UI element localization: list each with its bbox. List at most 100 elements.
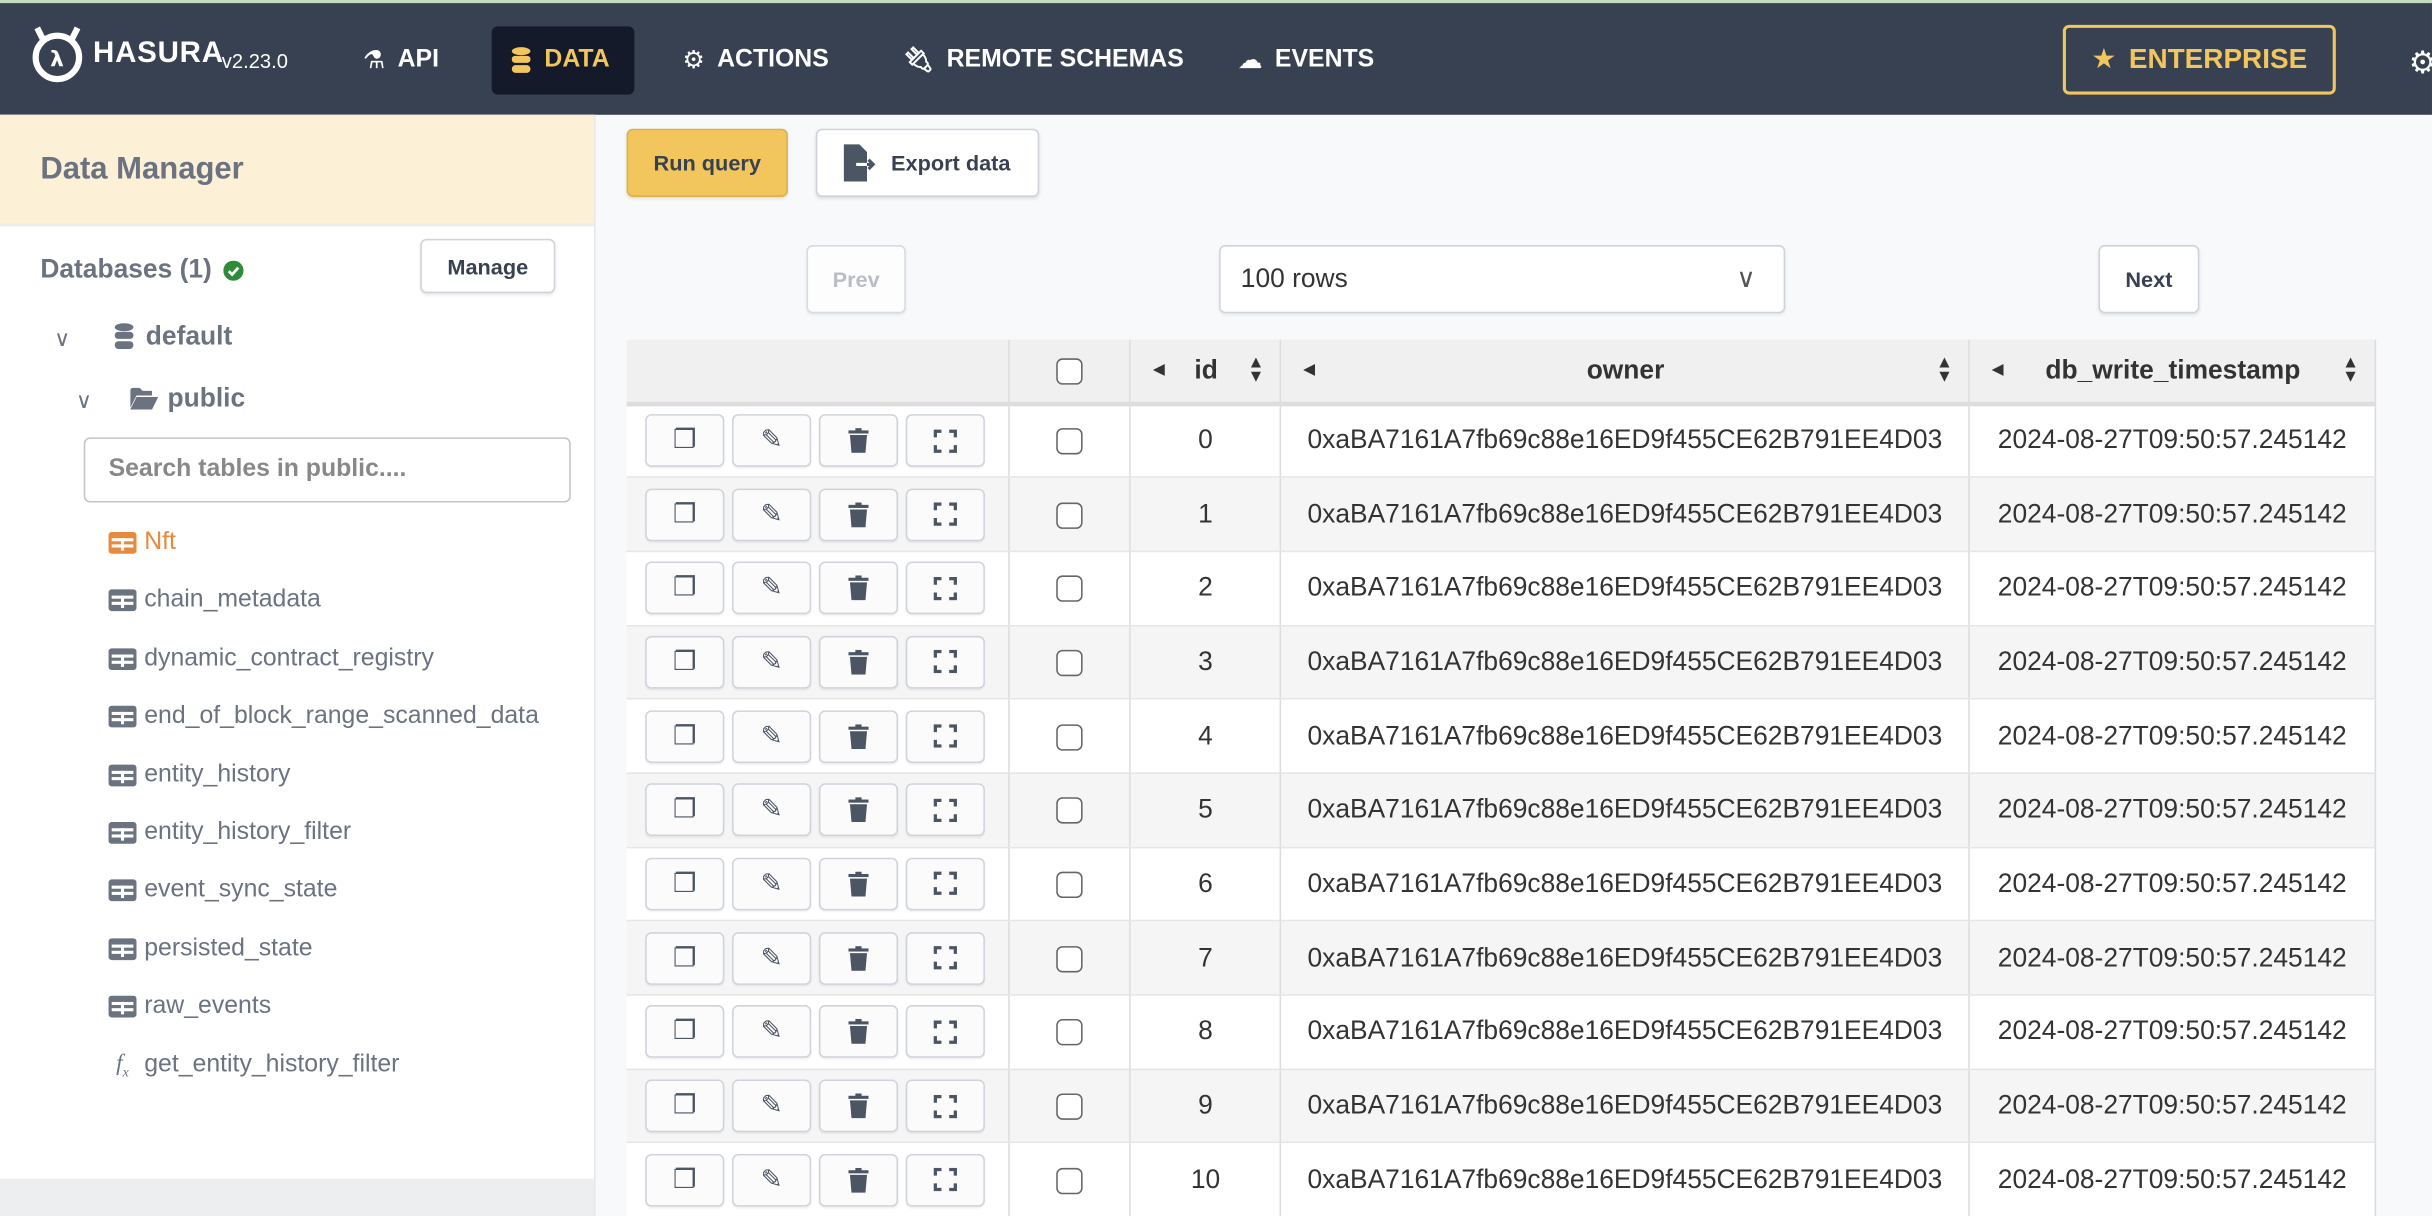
row-checkbox[interactable] <box>1056 723 1084 751</box>
row-checkbox[interactable] <box>1056 501 1084 529</box>
run-query-button[interactable]: Run query <box>626 128 788 197</box>
edit-row-button[interactable]: ✎ <box>732 561 812 615</box>
sidebar-table-item[interactable]: raw_events <box>108 988 271 1025</box>
search-tables-input[interactable] <box>83 437 571 503</box>
row-checkbox[interactable] <box>1056 871 1084 899</box>
cell-db-write-timestamp[interactable]: 2024-08-27T09:50:57.245142 <box>1969 477 2377 552</box>
manage-button[interactable]: Manage <box>420 238 556 294</box>
cell-id[interactable]: 8 <box>1130 994 1282 1070</box>
clone-row-button[interactable]: ❐ <box>645 783 725 837</box>
cell-db-write-timestamp[interactable]: 2024-08-27T09:50:57.245142 <box>1969 994 2377 1070</box>
edit-row-button[interactable]: ✎ <box>732 931 812 985</box>
edit-row-button[interactable]: ✎ <box>732 487 812 541</box>
cell-id[interactable]: 5 <box>1130 773 1282 848</box>
cell-owner[interactable]: 0xaBA7161A7fb69c88e16ED9f455CE62B791EE4D… <box>1280 699 1970 774</box>
expand-row-button[interactable] <box>905 635 985 689</box>
edit-row-button[interactable]: ✎ <box>732 709 812 763</box>
cell-db-write-timestamp[interactable]: 2024-08-27T09:50:57.245142 <box>1969 1068 2377 1144</box>
expand-row-button[interactable] <box>905 487 985 541</box>
expand-row-button[interactable] <box>905 931 985 985</box>
cell-id[interactable]: 6 <box>1130 847 1282 922</box>
row-checkbox[interactable] <box>1056 797 1084 825</box>
column-header-db-write-timestamp[interactable]: ◀ db_write_timestamp ▲ ▼ <box>1969 339 2377 406</box>
column-header-id[interactable]: ◀ id ▲ ▼ <box>1130 339 1282 406</box>
expand-row-button[interactable] <box>905 561 985 615</box>
delete-row-button[interactable] <box>818 487 899 541</box>
cell-db-write-timestamp[interactable]: 2024-08-27T09:50:57.245142 <box>1969 921 2377 996</box>
sidebar-table-item[interactable]: persisted_state <box>108 930 313 967</box>
delete-row-button[interactable] <box>818 414 899 468</box>
cell-owner[interactable]: 0xaBA7161A7fb69c88e16ED9f455CE62B791EE4D… <box>1280 921 1970 996</box>
row-checkbox[interactable] <box>1056 945 1084 972</box>
schema-public[interactable]: public <box>130 383 245 414</box>
cell-id[interactable]: 2 <box>1130 551 1282 626</box>
expand-row-button[interactable] <box>905 1079 985 1133</box>
sidebar-table-item[interactable]: end_of_block_range_scanned_data <box>108 698 539 735</box>
nav-events[interactable]: ☁ EVENTS <box>1219 26 1393 94</box>
delete-row-button[interactable] <box>818 1005 899 1059</box>
cell-db-write-timestamp[interactable]: 2024-08-27T09:50:57.245142 <box>1969 403 2377 478</box>
database-default[interactable]: default <box>112 321 232 352</box>
rows-per-page-select[interactable]: 100 rows ∨ <box>1219 245 1786 314</box>
cell-owner[interactable]: 0xaBA7161A7fb69c88e16ED9f455CE62B791EE4D… <box>1280 1068 1970 1144</box>
sidebar-table-item[interactable]: dynamic_contract_registry <box>108 640 434 677</box>
sort-icon[interactable]: ▲ ▼ <box>1936 354 1953 385</box>
caret-left-icon[interactable]: ◀ <box>1992 362 2004 379</box>
edit-row-button[interactable]: ✎ <box>732 1079 812 1133</box>
enterprise-button[interactable]: ★ ENTERPRISE <box>2062 24 2336 95</box>
row-checkbox[interactable] <box>1056 428 1084 456</box>
cell-owner[interactable]: 0xaBA7161A7fb69c88e16ED9f455CE62B791EE4D… <box>1280 551 1970 626</box>
settings-gear-icon[interactable]: ⚙ <box>2409 43 2432 82</box>
cell-db-write-timestamp[interactable]: 2024-08-27T09:50:57.245142 <box>1969 699 2377 774</box>
delete-row-button[interactable] <box>818 561 899 615</box>
cell-db-write-timestamp[interactable]: 2024-08-27T09:50:57.245142 <box>1969 1142 2377 1216</box>
nav-remote-schemas[interactable]: 🔌︎ REMOTE SCHEMAS <box>884 26 1202 94</box>
row-checkbox[interactable] <box>1056 575 1084 603</box>
cell-owner[interactable]: 0xaBA7161A7fb69c88e16ED9f455CE62B791EE4D… <box>1280 625 1970 700</box>
delete-row-button[interactable] <box>818 783 899 837</box>
cell-db-write-timestamp[interactable]: 2024-08-27T09:50:57.245142 <box>1969 773 2377 848</box>
caret-left-icon[interactable]: ◀ <box>1303 362 1315 379</box>
expand-row-button[interactable] <box>905 709 985 763</box>
sidebar-table-item[interactable]: event_sync_state <box>108 872 337 909</box>
delete-row-button[interactable] <box>818 709 899 763</box>
edit-row-button[interactable]: ✎ <box>732 1005 812 1059</box>
delete-row-button[interactable] <box>818 1079 899 1133</box>
clone-row-button[interactable]: ❐ <box>645 414 725 468</box>
prev-page-button[interactable]: Prev <box>806 245 906 314</box>
sidebar-table-item[interactable]: fx get_entity_history_filter <box>109 1046 399 1083</box>
clone-row-button[interactable]: ❐ <box>645 1079 725 1133</box>
clone-row-button[interactable]: ❐ <box>645 561 725 615</box>
cell-db-write-timestamp[interactable]: 2024-08-27T09:50:57.245142 <box>1969 847 2377 922</box>
cell-owner[interactable]: 0xaBA7161A7fb69c88e16ED9f455CE62B791EE4D… <box>1280 994 1970 1070</box>
export-data-button[interactable]: Export data <box>815 128 1040 197</box>
sort-icon[interactable]: ▲ ▼ <box>2342 354 2359 385</box>
clone-row-button[interactable]: ❐ <box>645 487 725 541</box>
delete-row-button[interactable] <box>818 635 899 689</box>
cell-id[interactable]: 1 <box>1130 477 1282 552</box>
select-all-checkbox[interactable] <box>1056 357 1084 385</box>
cell-id[interactable]: 10 <box>1130 1142 1282 1216</box>
chevron-down-icon[interactable]: ∨ <box>54 326 70 352</box>
cell-owner[interactable]: 0xaBA7161A7fb69c88e16ED9f455CE62B791EE4D… <box>1280 773 1970 848</box>
nav-data[interactable]: DATA <box>491 26 635 95</box>
edit-row-button[interactable]: ✎ <box>732 783 812 837</box>
clone-row-button[interactable]: ❐ <box>645 931 725 985</box>
delete-row-button[interactable] <box>818 931 899 985</box>
expand-row-button[interactable] <box>905 1005 985 1059</box>
cell-db-write-timestamp[interactable]: 2024-08-27T09:50:57.245142 <box>1969 551 2377 626</box>
expand-row-button[interactable] <box>905 857 985 911</box>
sidebar-table-item[interactable]: Nft <box>108 524 176 561</box>
cell-id[interactable]: 9 <box>1130 1068 1282 1144</box>
cell-owner[interactable]: 0xaBA7161A7fb69c88e16ED9f455CE62B791EE4D… <box>1280 847 1970 922</box>
clone-row-button[interactable]: ❐ <box>645 709 725 763</box>
delete-row-button[interactable] <box>818 1153 899 1207</box>
edit-row-button[interactable]: ✎ <box>732 857 812 911</box>
sidebar-table-item[interactable]: entity_history <box>108 756 290 793</box>
nav-api[interactable]: ⚗ API <box>344 26 457 94</box>
expand-row-button[interactable] <box>905 1153 985 1207</box>
row-checkbox[interactable] <box>1056 1019 1084 1046</box>
expand-row-button[interactable] <box>905 783 985 837</box>
cell-id[interactable]: 3 <box>1130 625 1282 700</box>
row-checkbox[interactable] <box>1056 1093 1084 1120</box>
